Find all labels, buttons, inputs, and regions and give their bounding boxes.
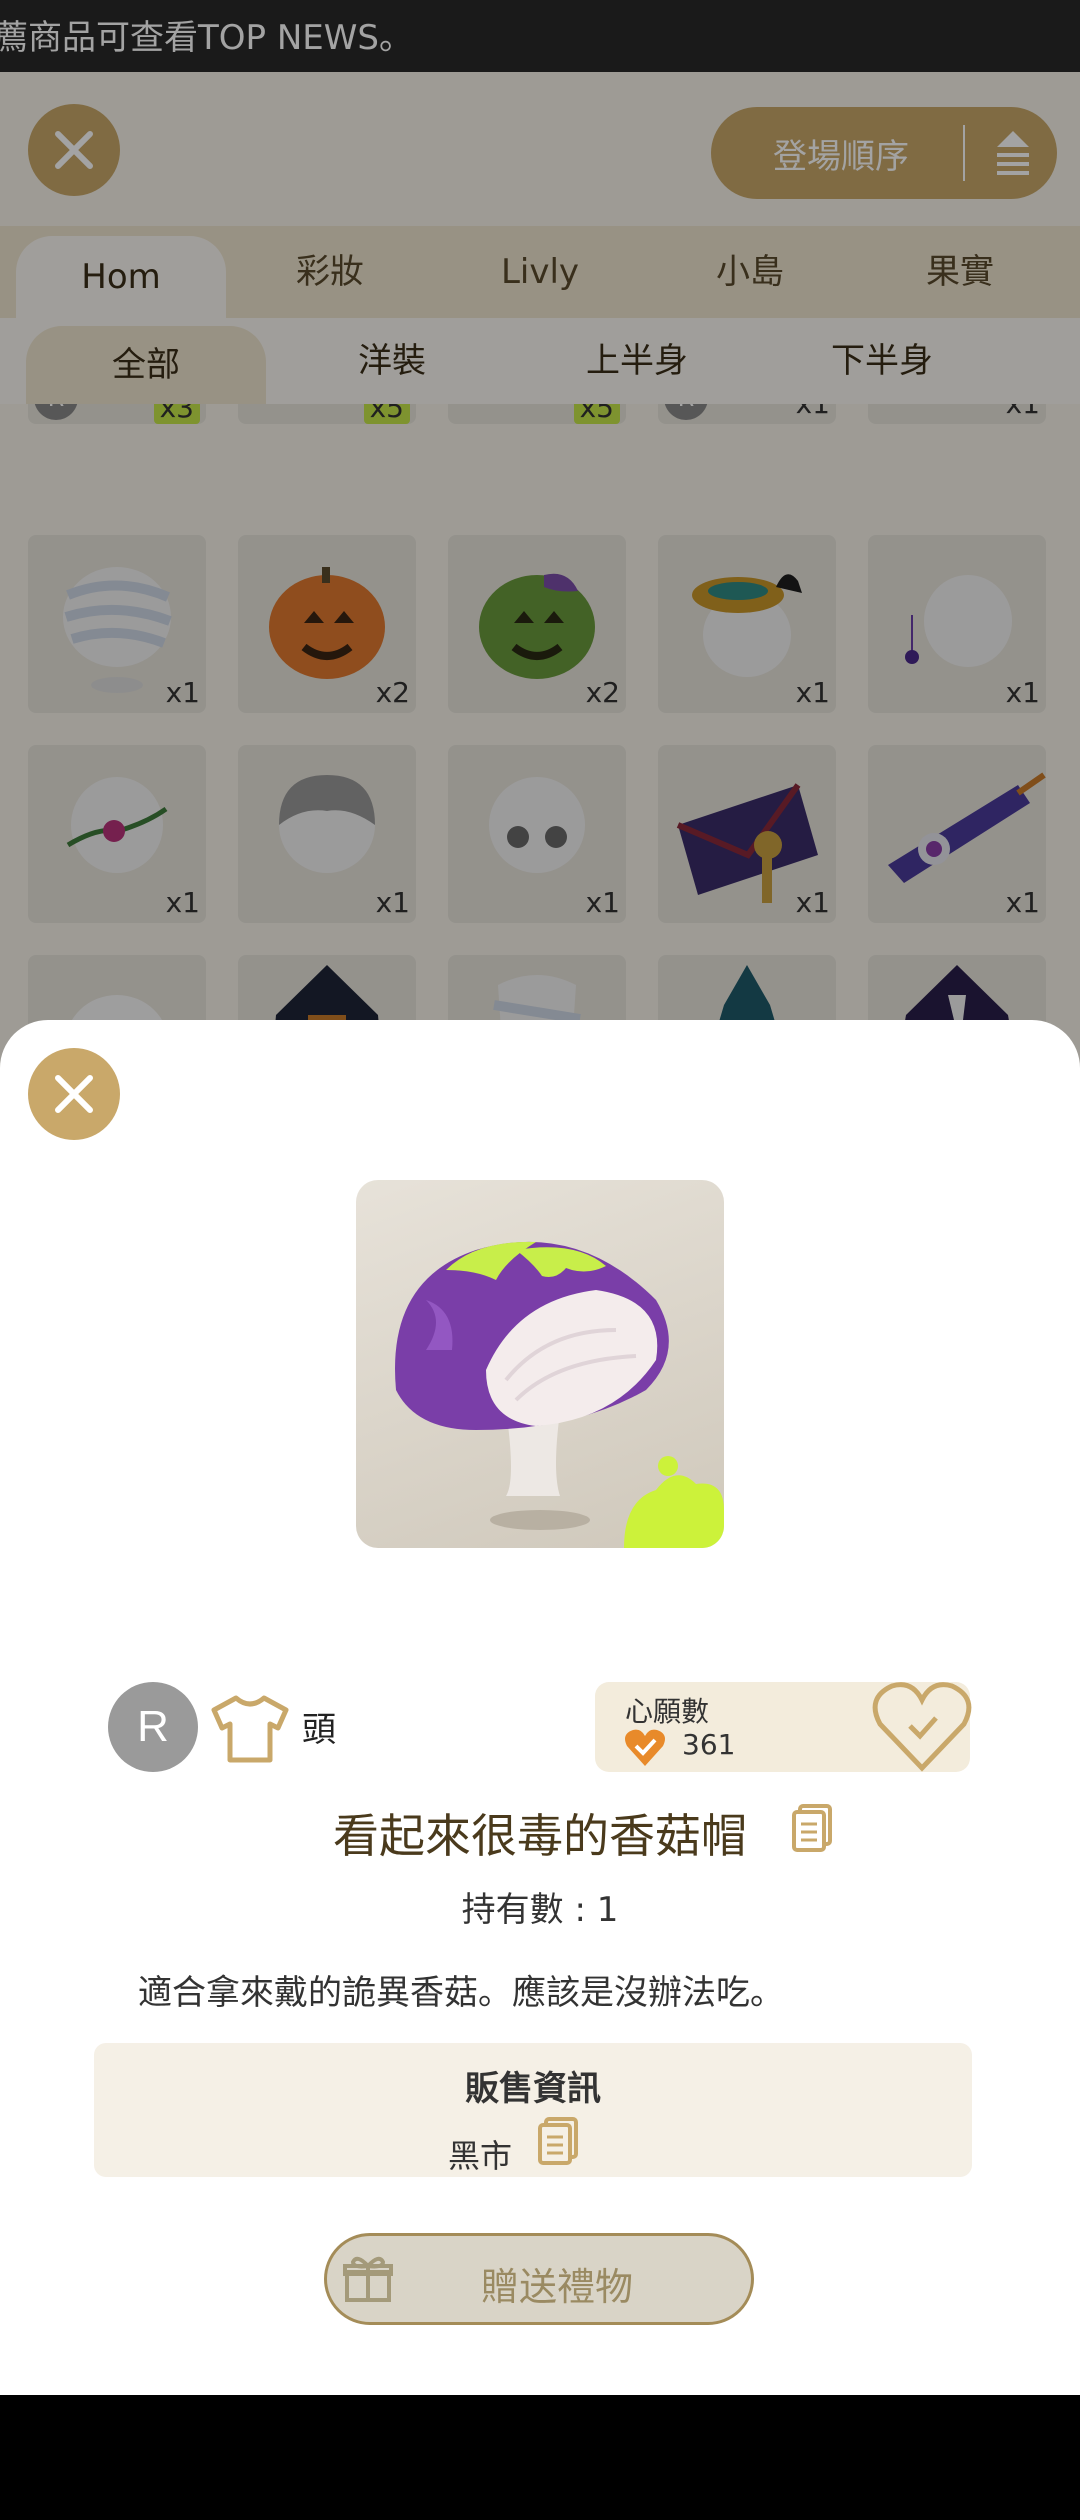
close-detail-button[interactable] [28,1048,120,1140]
gift-icon [343,2256,393,2302]
sale-info-box: 販售資訊 黑市 [94,2043,972,2177]
wishlist-title: 心願數 [625,1695,710,1728]
sale-place: 黑市 [448,2137,513,2175]
mushroom-hat-icon [395,1241,724,1548]
wishlist-heart-icon [625,1729,665,1766]
copy-icon[interactable] [792,1804,834,1852]
add-wishlist-heart-icon[interactable] [870,1678,974,1774]
item-detail-sheet: R 頭 心願數 361 看起來很毒的香菇帽 持有數 : 1 適合拿來戴的詭異香菇… [0,1020,1080,2395]
close-icon [55,1075,93,1113]
rarity-badge: R [108,1682,198,1772]
slot-label: 頭 [302,1710,336,1750]
item-description: 適合拿來戴的詭異香菇。應該是沒辦法吃。 [138,1973,784,2013]
owned-count: 持有數 : 1 [461,1890,619,1930]
item-name: 看起來很毒的香菇帽 [333,1809,747,1863]
wishlist-count: 361 [682,1728,736,1761]
app-screen: 薦商品可查看TOP NEWS。 登場順序 Hom 彩妝 Livly 小島 果實 [0,0,1080,2395]
item-image [356,1180,724,1548]
send-gift-label: 贈送禮物 [481,2265,634,2309]
sale-info-title: 販售資訊 [465,2069,601,2109]
copy-icon[interactable] [538,2117,580,2165]
send-gift-button[interactable]: 贈送禮物 [324,2233,754,2325]
wishlist-box: 心願數 361 [595,1682,972,1772]
shirt-icon [211,1695,289,1763]
